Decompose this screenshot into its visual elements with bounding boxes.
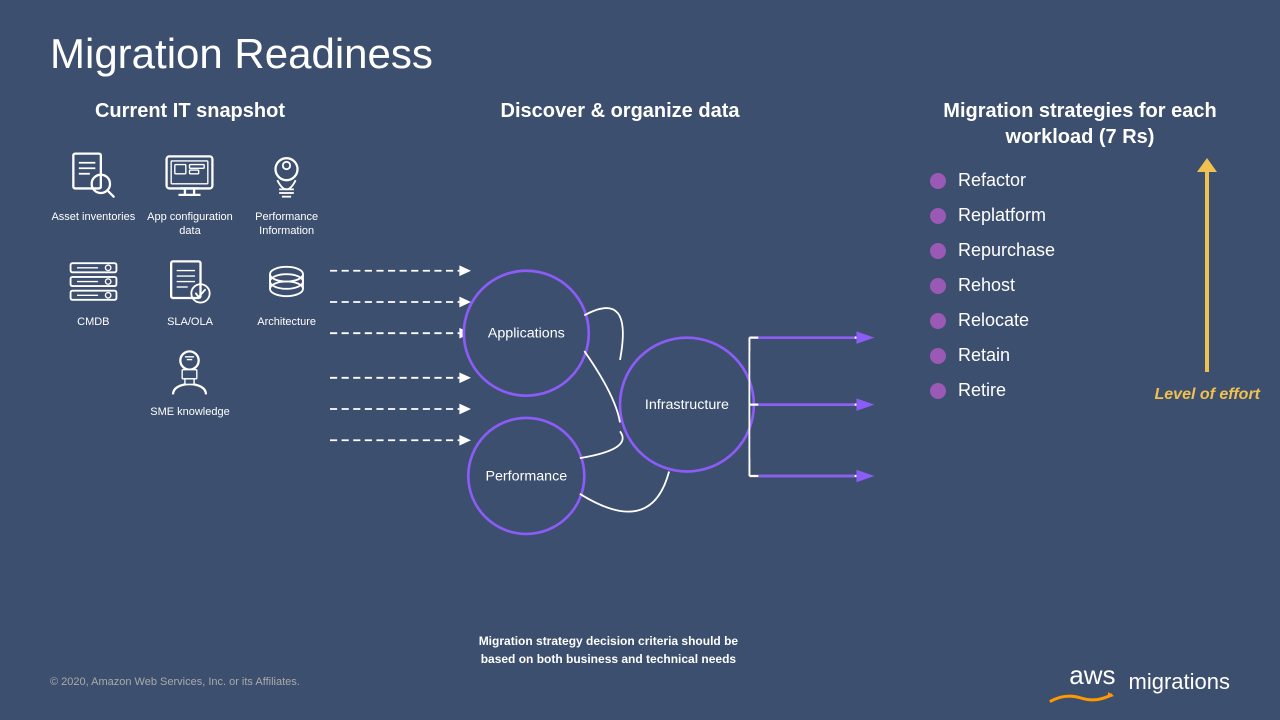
dot-relocate (930, 313, 946, 329)
aws-swoosh (1046, 691, 1116, 705)
retain-label: Retain (958, 345, 1010, 366)
right-header: Migration strategies for each workload (… (930, 98, 1230, 150)
diagram-svg: Applications Performance Infrastructure (330, 149, 910, 678)
middle-column: Discover & organize data (330, 98, 910, 678)
architecture-icon (259, 254, 314, 309)
rehost-label: Rehost (958, 275, 1015, 296)
architecture-label: Architecture (257, 315, 316, 329)
diagram-area: Applications Performance Infrastructure (330, 149, 910, 678)
retire-label: Retire (958, 380, 1006, 401)
left-column: Current IT snapshot Asset inventories (50, 98, 330, 678)
slide: Migration Readiness Current IT snapshot … (0, 0, 1280, 720)
dot-retain (930, 348, 946, 364)
copyright-text: © 2020, Amazon Web Services, Inc. or its… (50, 676, 300, 688)
asset-inventories-label: Asset inventories (51, 210, 135, 224)
performance-info-label: Performance Information (243, 210, 330, 239)
page-title: Migration Readiness (50, 30, 1230, 78)
app-config-label: App configuration data (147, 210, 234, 239)
icon-performance-info: Performance Information (243, 149, 330, 239)
footer: © 2020, Amazon Web Services, Inc. or its… (50, 659, 1230, 705)
aws-logo: aws migrations (1046, 659, 1230, 705)
level-of-effort-label: Level of effort (1155, 385, 1261, 406)
app-config-icon (162, 149, 217, 204)
replatform-label: Replatform (958, 205, 1046, 226)
migrations-text: migrations (1129, 669, 1230, 695)
sla-label: SLA/OLA (167, 315, 213, 329)
svg-text:Performance: Performance (485, 468, 567, 484)
middle-header: Discover & organize data (330, 98, 910, 124)
content-area: Current IT snapshot Asset inventories (50, 98, 1230, 678)
icon-sme: SME knowledge (147, 344, 234, 419)
repurchase-label: Repurchase (958, 240, 1055, 261)
icon-asset-inventories: Asset inventories (50, 149, 137, 239)
svg-text:Applications: Applications (488, 326, 565, 342)
sme-icon (162, 344, 217, 399)
icon-architecture: Architecture (243, 254, 330, 329)
icon-cmdb: CMDB (50, 254, 137, 329)
dot-refactor (930, 173, 946, 189)
cmdb-label: CMDB (77, 315, 109, 329)
dot-retire (930, 383, 946, 399)
cmdb-icon (66, 254, 121, 309)
dot-rehost (930, 278, 946, 294)
left-header: Current IT snapshot (50, 98, 330, 124)
relocate-label: Relocate (958, 310, 1029, 331)
svg-text:Infrastructure: Infrastructure (645, 397, 729, 413)
sme-label: SME knowledge (150, 405, 230, 419)
icon-app-config: App configuration data (147, 149, 234, 239)
aws-text: aws (1069, 659, 1115, 691)
sla-icon (162, 254, 217, 309)
asset-icon (66, 149, 121, 204)
icon-sla: SLA/OLA (147, 254, 234, 329)
icons-grid: Asset inventories App c (50, 149, 330, 419)
right-column: Migration strategies for each workload (… (910, 98, 1230, 678)
dot-repurchase (930, 243, 946, 259)
refactor-label: Refactor (958, 170, 1026, 191)
dot-replatform (930, 208, 946, 224)
performance-info-icon (259, 149, 314, 204)
